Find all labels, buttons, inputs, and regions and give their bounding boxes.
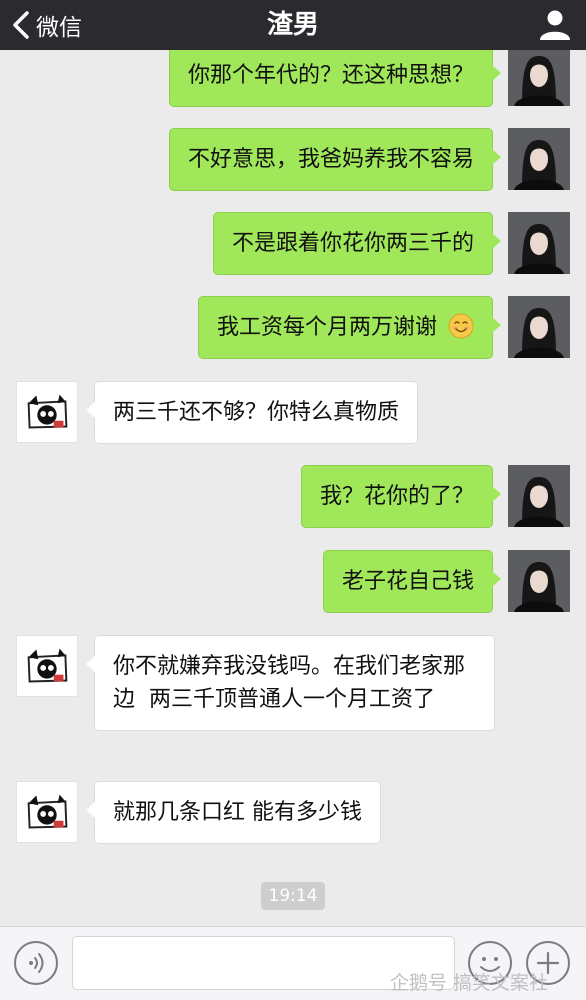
back-label: 微信 bbox=[36, 15, 82, 41]
contact-avatar[interactable] bbox=[16, 781, 78, 843]
my-avatar[interactable] bbox=[508, 212, 570, 274]
plus-icon bbox=[536, 951, 560, 975]
my-avatar[interactable] bbox=[508, 550, 570, 612]
message-input[interactable] bbox=[72, 936, 455, 990]
back-button[interactable]: 微信 bbox=[10, 6, 82, 44]
message-text: 你那个年代的？还这种思想？ bbox=[187, 63, 474, 88]
message-bubble[interactable]: 两三千还不够？你特么真物质 bbox=[85, 381, 419, 444]
voice-icon bbox=[29, 953, 44, 973]
panda-icon bbox=[17, 636, 77, 696]
my-avatar[interactable] bbox=[508, 50, 570, 106]
message-text: 就那几条口红 能有多少钱 bbox=[113, 800, 362, 825]
user-photo-icon bbox=[508, 465, 570, 527]
user-photo-icon bbox=[508, 296, 570, 358]
message-bubble[interactable]: 我？花你的了？ bbox=[300, 465, 502, 528]
panda-icon bbox=[17, 782, 77, 842]
message-bubble[interactable]: 我工资每个月两万谢谢 bbox=[197, 296, 502, 359]
message-text: 不好意思，我爸妈养我不容易 bbox=[187, 147, 474, 172]
my-avatar[interactable] bbox=[508, 465, 570, 527]
emoji-face-icon bbox=[480, 957, 500, 972]
message-text: 我工资每个月两万谢谢 bbox=[216, 315, 437, 340]
message-text: 你不就嫌弃我没钱吗。在我们老家那边 两三千顶普通人一个月工资了 bbox=[113, 654, 466, 712]
smiling-face-emoji bbox=[448, 313, 474, 339]
user-photo-icon bbox=[508, 550, 570, 612]
message-bubble[interactable]: 老子花自己钱 bbox=[322, 550, 502, 613]
message-text: 老子花自己钱 bbox=[341, 569, 474, 594]
timestamp-badge: 19:14 bbox=[261, 882, 325, 910]
user-photo-icon bbox=[508, 212, 570, 274]
title-bar: 微信 渣男 bbox=[0, 0, 586, 50]
user-photo-icon bbox=[508, 128, 570, 190]
more-button[interactable] bbox=[526, 941, 570, 985]
input-bar bbox=[0, 926, 586, 1000]
message-bubble[interactable]: 就那几条口红 能有多少钱 bbox=[86, 781, 381, 844]
person-icon[interactable] bbox=[538, 8, 572, 42]
message-bubble[interactable]: 不好意思，我爸妈养我不容易 bbox=[168, 128, 502, 191]
contact-avatar[interactable] bbox=[16, 635, 78, 697]
panda-icon bbox=[17, 382, 77, 442]
chevron-left-icon bbox=[13, 11, 29, 39]
chat-area[interactable]: 你那个年代的？还这种思想？ 不好意思，我爸妈养我不容易 不是跟着你花你两三千的 … bbox=[0, 50, 586, 926]
message-bubble[interactable]: 不是跟着你花你两三千的 bbox=[212, 212, 502, 275]
message-text: 两三千还不够？你特么真物质 bbox=[113, 400, 400, 425]
message-bubble[interactable]: 你那个年代的？还这种思想？ bbox=[168, 50, 502, 107]
my-avatar[interactable] bbox=[508, 296, 570, 358]
message-text: 不是跟着你花你两三千的 bbox=[231, 231, 474, 256]
emoji-button[interactable] bbox=[468, 941, 512, 985]
voice-button[interactable] bbox=[14, 941, 58, 985]
user-photo-icon bbox=[508, 50, 570, 106]
message-text: 我？花你的了？ bbox=[319, 484, 474, 509]
message-bubble[interactable]: 你不就嫌弃我没钱吗。在我们老家那边 两三千顶普通人一个月工资了 bbox=[86, 635, 495, 731]
my-avatar[interactable] bbox=[508, 128, 570, 190]
contact-avatar[interactable] bbox=[16, 381, 78, 443]
chat-title: 渣男 bbox=[266, 10, 319, 40]
